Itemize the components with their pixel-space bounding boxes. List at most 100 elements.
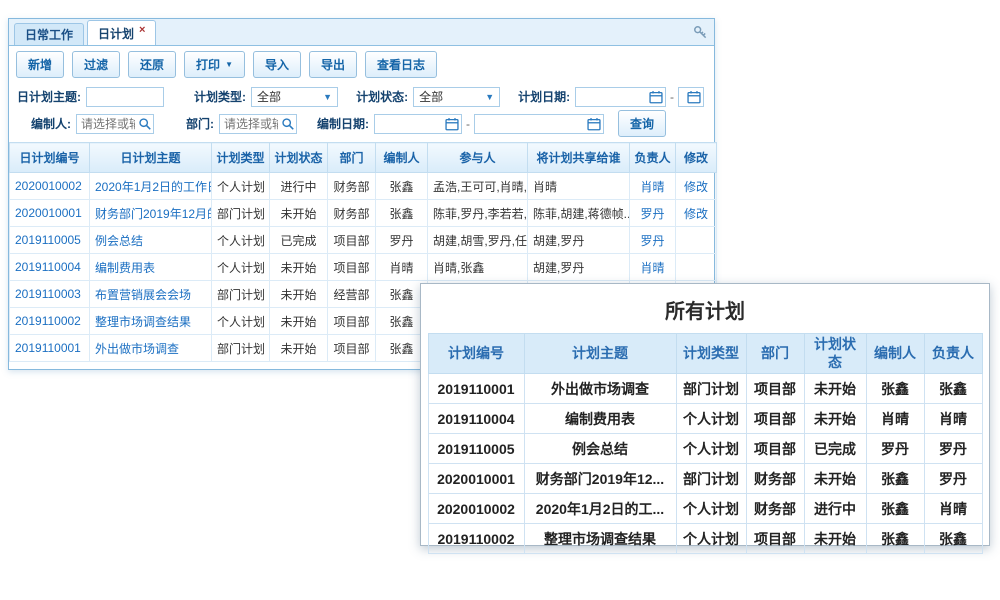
column-header: 计划主题 [524,334,676,374]
button-label: 还原 [140,56,164,73]
table-cell: 孟浩,王可可,肖晴,张鑫 [428,173,528,200]
table-row: 20200100022020年1月2日的工...个人计划财务部进行中张鑫肖晴 [428,494,982,524]
compile-date-label: 编制日期: [317,115,369,132]
table-cell: 外出做市场调查 [524,374,676,404]
table-cell: 胡建,胡雪,罗丹,任晓... [428,227,528,254]
query-button[interactable]: 查询 [618,110,666,137]
cell-link[interactable]: 修改 [676,200,717,227]
cell-link[interactable]: 2019110002 [10,308,90,335]
column-header[interactable]: 将计划共享给谁 [528,143,630,173]
table-row: 2019110001外出做市场调查部门计划项目部未开始张鑫张鑫 [428,374,982,404]
cell-link[interactable]: 修改 [676,173,717,200]
table-row: 2019110002整理市场调查结果个人计划项目部未开始张鑫张鑫 [428,524,982,554]
table-cell: 部门计划 [676,374,746,404]
filter-button[interactable]: 过滤 [72,51,120,78]
button-label: 查询 [630,115,654,132]
cell-link[interactable]: 肖晴 [630,173,676,200]
table-cell: 财务部 [328,173,376,200]
cell-link[interactable]: 2019110005 [10,227,90,254]
plan-type-select[interactable]: 全部 ▼ [251,87,338,107]
calendar-icon[interactable] [587,117,601,131]
table-cell [676,254,717,281]
subject-input[interactable] [86,87,164,107]
button-label: 导出 [321,56,345,73]
table-cell: 未开始 [270,335,328,362]
cell-link[interactable]: 2019110001 [10,335,90,362]
cell-link[interactable]: 财务部门2019年12月的... [90,200,212,227]
table-cell: 胡建,罗丹 [528,227,630,254]
cell-link[interactable]: 罗丹 [630,227,676,254]
column-header: 计划编号 [428,334,524,374]
calendar-icon[interactable] [445,117,459,131]
table-row[interactable]: 20200100022020年1月2日的工作日...个人计划进行中财务部张鑫孟浩… [10,173,717,200]
key-icon[interactable] [693,25,708,40]
table-cell: 经营部 [328,281,376,308]
table-cell: 进行中 [804,494,866,524]
cell-link[interactable]: 例会总结 [90,227,212,254]
table-row[interactable]: 2019110004编制费用表个人计划未开始项目部肖晴肖晴,张鑫胡建,罗丹肖晴 [10,254,717,281]
column-header[interactable]: 修改 [676,143,717,173]
column-header[interactable]: 部门 [328,143,376,173]
table-cell: 未开始 [804,464,866,494]
import-button[interactable]: 导入 [253,51,301,78]
table-cell: 个人计划 [212,173,270,200]
tab-label: 日计划 [98,25,134,42]
cell-link[interactable]: 整理市场调查结果 [90,308,212,335]
restore-button[interactable]: 还原 [128,51,176,78]
column-header[interactable]: 计划类型 [212,143,270,173]
column-header[interactable]: 参与人 [428,143,528,173]
cell-link[interactable]: 2020年1月2日的工作日... [90,173,212,200]
print-button[interactable]: 打印 ▼ [184,51,245,78]
close-tab-icon[interactable]: × [139,24,145,36]
cell-link[interactable]: 2020010002 [10,173,90,200]
table-cell: 个人计划 [676,494,746,524]
column-header[interactable]: 负责人 [630,143,676,173]
table-cell: 2020010002 [428,494,524,524]
tab-daily-work[interactable]: 日常工作 [14,23,84,45]
column-header[interactable]: 编制人 [376,143,428,173]
cell-link[interactable]: 布置营销展会会场 [90,281,212,308]
calendar-icon[interactable] [649,90,663,104]
table-cell: 部门计划 [676,464,746,494]
add-button[interactable]: 新增 [16,51,64,78]
column-header: 编制人 [866,334,924,374]
cell-link[interactable]: 2020010001 [10,200,90,227]
date-range-separator: - [670,90,674,104]
table-cell: 肖晴 [924,404,982,434]
compile-date-end-input[interactable] [474,114,604,134]
button-label: 打印 [196,56,220,73]
calendar-icon[interactable] [687,90,701,104]
search-icon[interactable] [281,117,295,131]
table-cell: 2019110002 [428,524,524,554]
filter-panel: 日计划主题: 计划类型: 全部 ▼ 计划状态: 全部 ▼ 计划日期: - [9,83,714,141]
compiler-label: 编制人: [31,115,71,132]
column-header[interactable]: 日计划编号 [10,143,90,173]
column-header: 负责人 [924,334,982,374]
compiler-field [76,114,154,134]
chevron-down-icon: ▼ [485,92,494,102]
cell-link[interactable]: 外出做市场调查 [90,335,212,362]
select-value: 全部 [419,88,443,105]
cell-link[interactable]: 2019110003 [10,281,90,308]
column-header[interactable]: 日计划主题 [90,143,212,173]
cell-link[interactable]: 2019110004 [10,254,90,281]
cell-link[interactable]: 编制费用表 [90,254,212,281]
view-log-button[interactable]: 查看日志 [365,51,437,78]
tab-bar: 日常工作 日计划 × [9,19,714,46]
export-button[interactable]: 导出 [309,51,357,78]
column-header: 计划类型 [676,334,746,374]
table-row[interactable]: 2019110005例会总结个人计划已完成项目部罗丹胡建,胡雪,罗丹,任晓...… [10,227,717,254]
table-cell: 部门计划 [212,200,270,227]
table-cell: 个人计划 [212,308,270,335]
table-row[interactable]: 2020010001财务部门2019年12月的...部门计划未开始财务部张鑫陈菲… [10,200,717,227]
department-label: 部门: [186,115,214,132]
table-cell: 项目部 [328,254,376,281]
cell-link[interactable]: 罗丹 [630,200,676,227]
column-header[interactable]: 计划状态 [270,143,328,173]
cell-link[interactable]: 肖晴 [630,254,676,281]
plan-status-select[interactable]: 全部 ▼ [413,87,500,107]
filter-row-1: 日计划主题: 计划类型: 全部 ▼ 计划状态: 全部 ▼ 计划日期: - [17,83,706,110]
table-cell: 张鑫 [924,524,982,554]
tab-daily-plan[interactable]: 日计划 × [87,20,156,45]
search-icon[interactable] [138,117,152,131]
